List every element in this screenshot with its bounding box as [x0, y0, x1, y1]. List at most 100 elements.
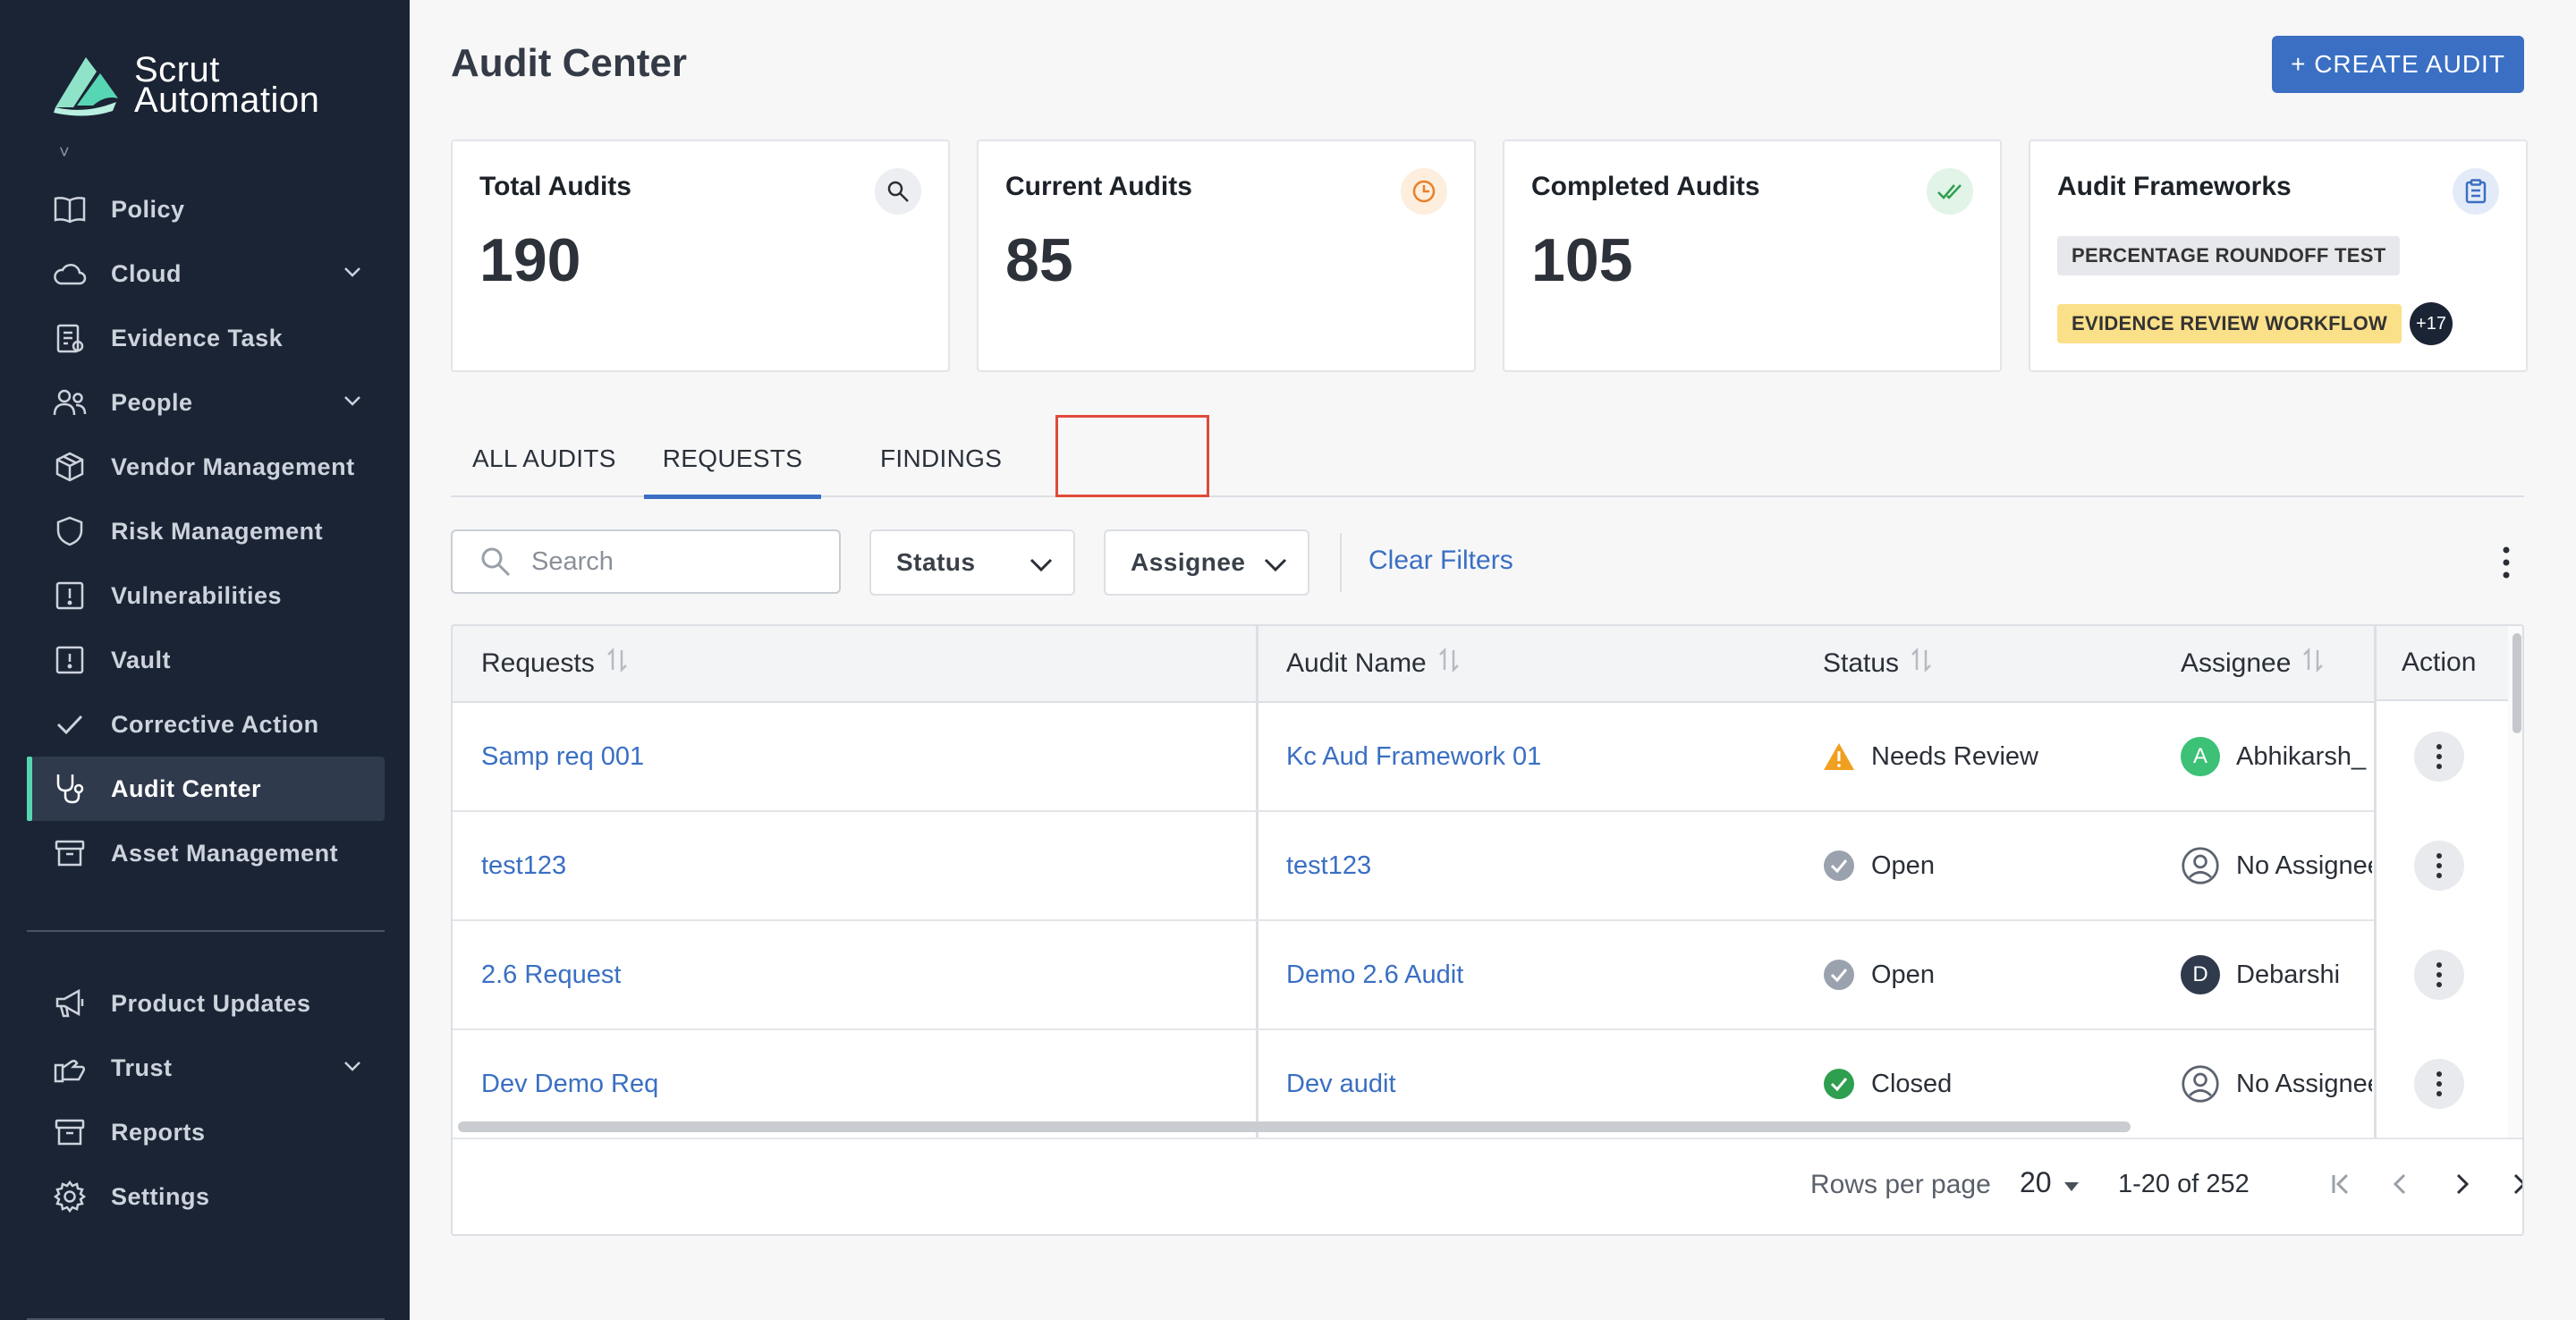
tab-findings[interactable]: FINDINGS [880, 420, 1002, 497]
sort-icon[interactable] [1437, 647, 1461, 681]
sidebar-item-vault[interactable]: Vault [27, 628, 385, 692]
audit-frameworks-card[interactable]: Audit Frameworks PERCENTAGE ROUNDOFF TES… [2029, 140, 2528, 372]
completed-audits-card[interactable]: Completed Audits 105 [1503, 140, 2002, 372]
sidebar-item-corrective-action[interactable]: Corrective Action [27, 692, 385, 757]
sort-icon[interactable] [2301, 647, 2325, 681]
request-link[interactable]: Dev Demo Req [481, 1070, 658, 1099]
row-menu-icon[interactable] [2414, 1059, 2464, 1109]
sidebar-divider [27, 930, 385, 932]
horizontal-scrollbar[interactable] [458, 1121, 2131, 1132]
create-audit-button[interactable]: + CREATE AUDIT [2272, 36, 2524, 93]
last-page-icon[interactable] [2503, 1166, 2522, 1202]
chevron-down-icon[interactable] [342, 390, 363, 416]
summary-cards: Total Audits 190 Current Audits 85 Compl… [451, 140, 2528, 372]
status-text: Needs Review [1871, 741, 2038, 771]
status-text: Closed [1871, 1069, 1953, 1098]
gear-icon [50, 1177, 89, 1216]
table-header: Requests Audit Name Status Assignee [453, 626, 2522, 703]
request-link[interactable]: 2.6 Request [481, 960, 621, 990]
more-frameworks-badge[interactable]: +17 [2410, 302, 2453, 345]
action-column: Action [2374, 626, 2511, 1163]
total-audits-card[interactable]: Total Audits 190 [451, 140, 950, 372]
sidebar-item-cloud[interactable]: Cloud [27, 241, 385, 306]
scrollbar-thumb[interactable] [2512, 633, 2521, 733]
vertical-scrollbar[interactable] [2508, 626, 2522, 1163]
table-row[interactable]: 2.6 Request Demo 2.6 Audit Open D Debars… [453, 921, 2522, 1030]
cloud-icon [50, 254, 89, 293]
brand-logo[interactable]: Scrut Automation [50, 52, 319, 118]
previous-page-icon[interactable] [2383, 1166, 2419, 1202]
current-audits-card[interactable]: Current Audits 85 [977, 140, 1476, 372]
assignee-filter-dropdown[interactable]: Assignee [1104, 529, 1309, 596]
open-status-icon [1823, 850, 1855, 882]
sidebar-item-people[interactable]: People [27, 370, 385, 435]
trust-icon [50, 1048, 89, 1087]
sidebar-item-settings[interactable]: Settings [27, 1164, 385, 1229]
request-link[interactable]: test123 [481, 851, 566, 881]
sidebar-item-risk-management[interactable]: Risk Management [27, 499, 385, 563]
sidebar-item-label: Vulnerabilities [111, 581, 283, 609]
scroll-more-indicator: ˅ [59, 143, 70, 163]
first-page-icon[interactable] [2324, 1166, 2360, 1202]
people-icon [50, 383, 89, 422]
clear-filters-link[interactable]: Clear Filters [1368, 546, 1513, 576]
sidebar-item-audit-center[interactable]: Audit Center [27, 757, 385, 821]
request-link[interactable]: Samp req 001 [481, 742, 644, 772]
sidebar-item-label: People [111, 388, 193, 416]
next-page-icon[interactable] [2444, 1166, 2479, 1202]
sidebar-item-policy[interactable]: Policy [27, 177, 385, 241]
caret-down-icon[interactable] [2063, 1180, 2080, 1197]
column-header-audit-name[interactable]: Audit Name [1286, 626, 1461, 701]
stethoscope-icon [50, 769, 89, 808]
sort-icon[interactable] [1910, 647, 1933, 681]
sidebar-item-label: Asset Management [111, 839, 339, 867]
audit-link[interactable]: Kc Aud Framework 01 [1286, 742, 1541, 772]
audit-link[interactable]: Dev audit [1286, 1070, 1396, 1099]
sidebar-item-trust[interactable]: Trust [27, 1036, 385, 1100]
chevron-down-icon[interactable] [342, 261, 363, 287]
double-check-icon [1927, 168, 1973, 215]
row-menu-icon[interactable] [2414, 732, 2464, 782]
tab-all-audits[interactable]: ALL AUDITS [472, 420, 616, 497]
check-icon [50, 705, 89, 744]
search-input[interactable]: Search [451, 529, 841, 594]
more-options-icon[interactable] [2488, 540, 2524, 585]
assignee-filter-label: Assignee [1131, 548, 1246, 576]
audit-link[interactable]: test123 [1286, 851, 1371, 881]
rows-per-page-select[interactable]: 20 [2020, 1166, 2052, 1199]
framework-tag[interactable]: EVIDENCE REVIEW WORKFLOW [2057, 304, 2402, 343]
row-menu-icon[interactable] [2414, 950, 2464, 1000]
table-pagination: Rows per page 20 1-20 of 252 [453, 1138, 2522, 1234]
sidebar-item-vulnerabilities[interactable]: Vulnerabilities [27, 563, 385, 628]
sidebar-item-evidence-task[interactable]: Evidence Task [27, 306, 385, 370]
status-filter-dropdown[interactable]: Status [869, 529, 1075, 596]
card-title: Total Audits [479, 172, 631, 201]
sidebar-item-label: Cloud [111, 259, 182, 287]
pagination-range: 1-20 of 252 [2118, 1170, 2250, 1198]
column-header-status[interactable]: Status [1823, 626, 1933, 701]
audit-link[interactable]: Demo 2.6 Audit [1286, 960, 1463, 990]
open-status-icon [1823, 959, 1855, 991]
box-icon [50, 447, 89, 487]
table-row[interactable]: Samp req 001 Kc Aud Framework 01 Needs R… [453, 703, 2522, 812]
chevron-down-icon[interactable] [342, 1055, 363, 1081]
column-header-assignee[interactable]: Assignee [2181, 626, 2325, 701]
page-title: Audit Center [451, 41, 687, 85]
clipboard-icon [50, 318, 89, 358]
user-circle-icon [2181, 1064, 2220, 1104]
column-label: Requests [481, 648, 595, 678]
tab-requests[interactable]: REQUESTS [644, 420, 821, 499]
sidebar-item-vendor-management[interactable]: Vendor Management [27, 435, 385, 499]
row-menu-icon[interactable] [2414, 841, 2464, 891]
sort-icon[interactable] [606, 647, 629, 681]
sidebar-item-product-updates[interactable]: Product Updates [27, 971, 385, 1036]
framework-tag[interactable]: PERCENTAGE ROUNDOFF TEST [2057, 236, 2401, 275]
archive-icon [50, 833, 89, 873]
alert-square-icon [50, 576, 89, 615]
sidebar-item-reports[interactable]: Reports [27, 1100, 385, 1164]
column-header-requests[interactable]: Requests [481, 626, 629, 701]
table-row[interactable]: test123 test123 Open No Assignee [453, 812, 2522, 921]
sidebar-item-label: Evidence Task [111, 324, 284, 351]
sidebar-item-asset-management[interactable]: Asset Management [27, 821, 385, 885]
vault-icon [50, 640, 89, 680]
